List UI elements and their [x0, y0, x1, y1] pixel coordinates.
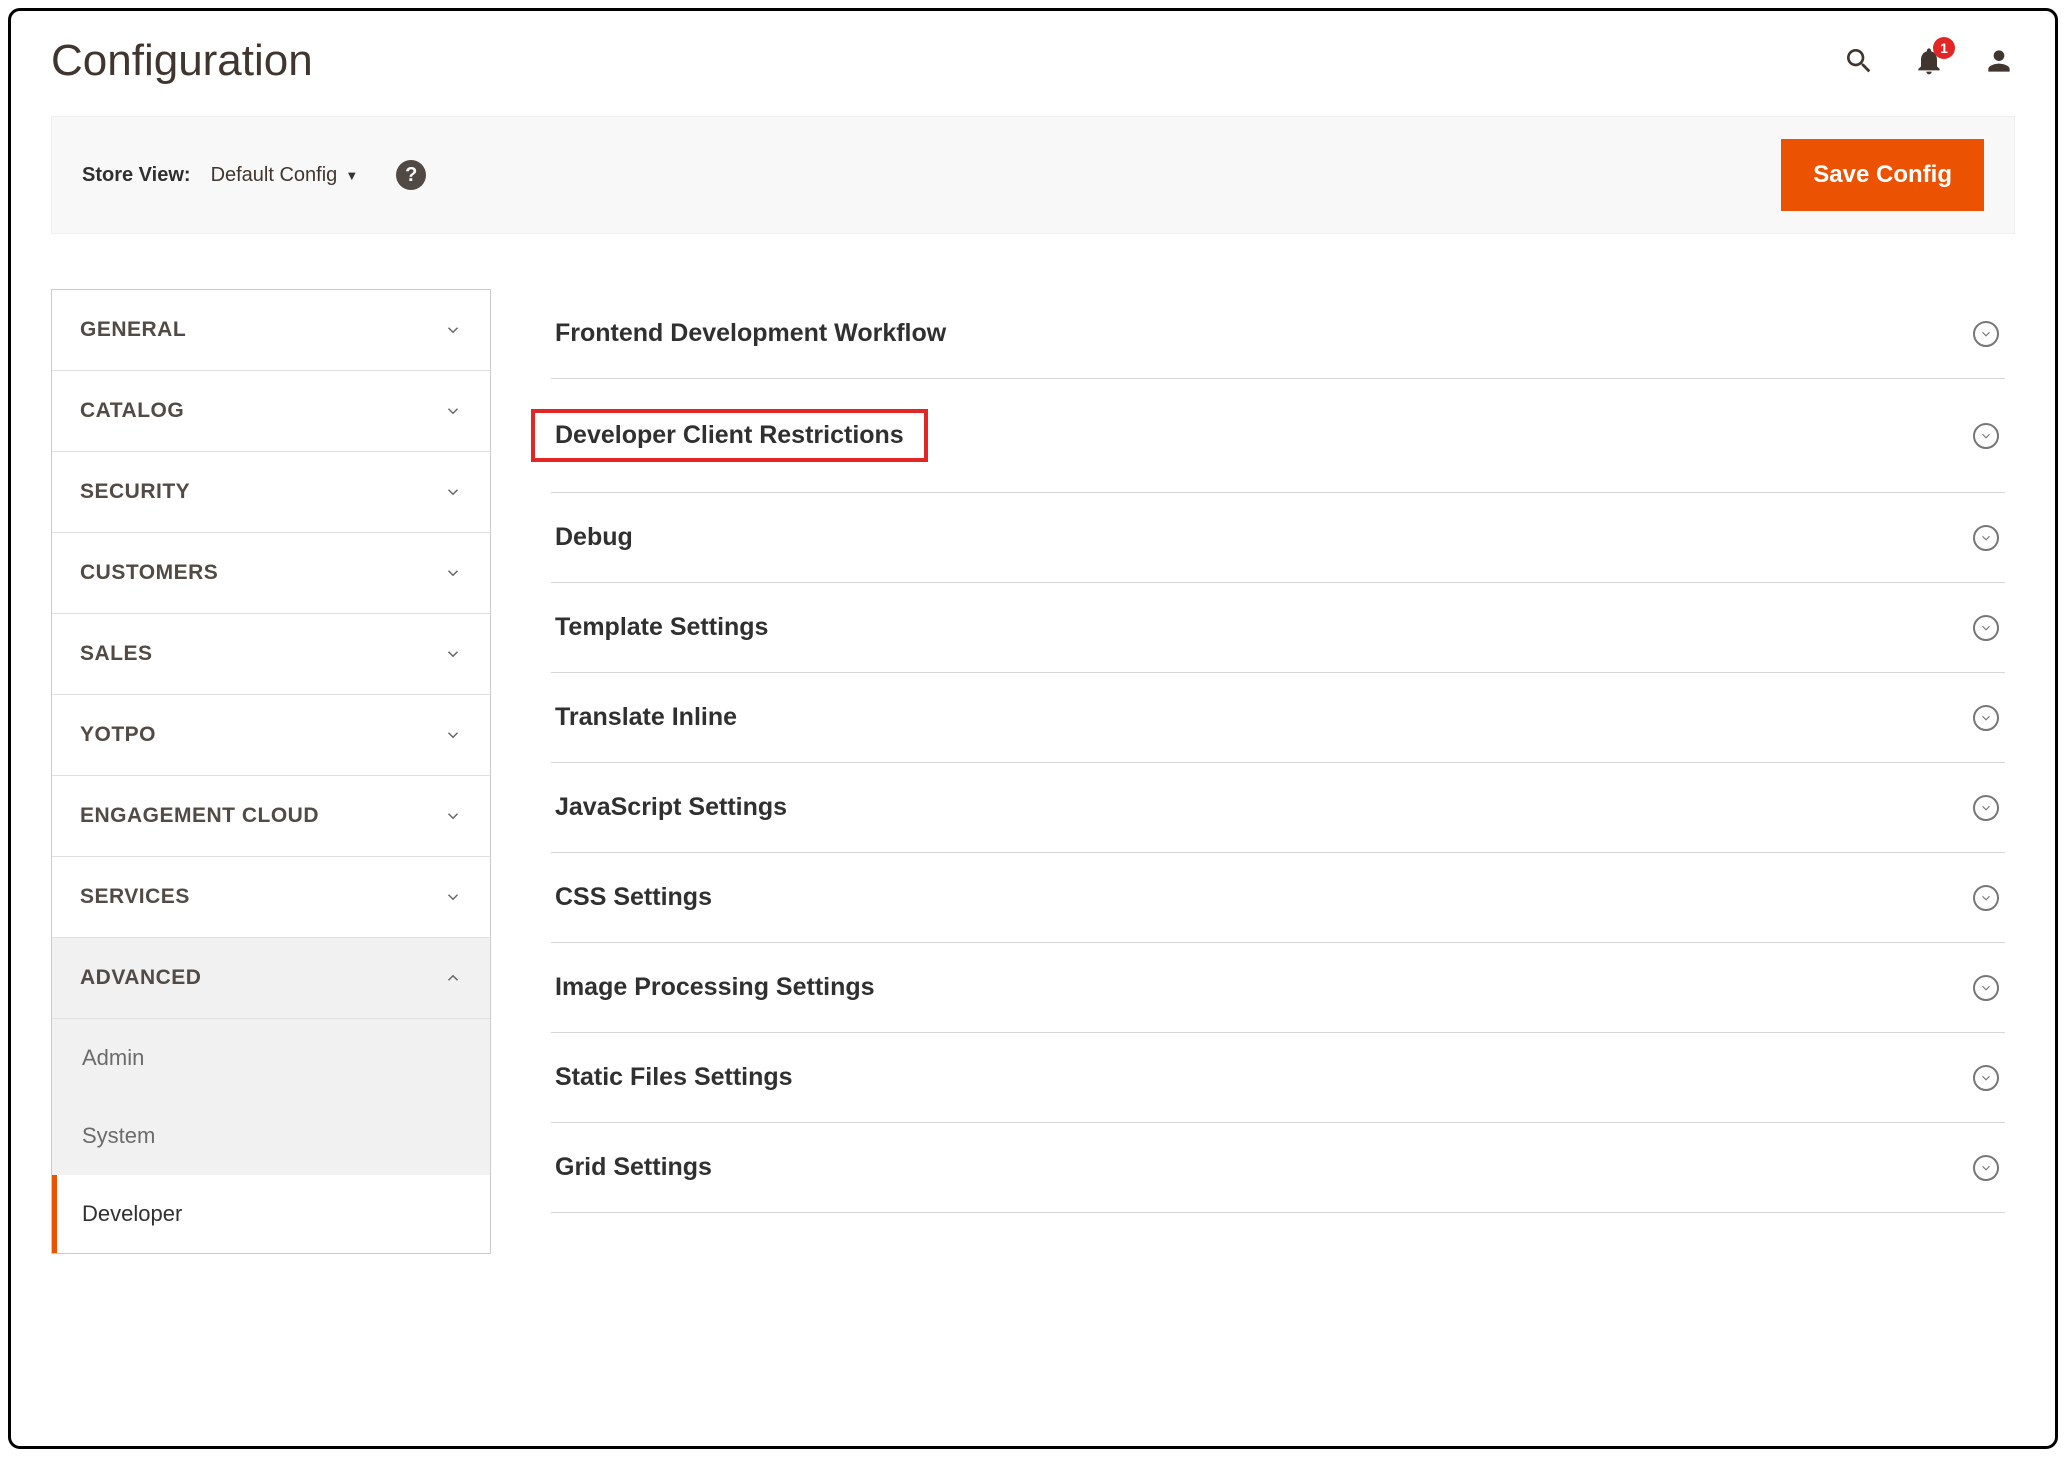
- sidebar-item-system[interactable]: System: [52, 1097, 490, 1175]
- help-icon[interactable]: ?: [396, 160, 426, 190]
- sidebar-item-developer[interactable]: Developer: [52, 1175, 490, 1253]
- sidebar-group-security[interactable]: SECURITY: [52, 452, 490, 533]
- sidebar-group-label: YOTPO: [80, 723, 156, 747]
- notifications-icon[interactable]: 1: [1913, 45, 1945, 77]
- account-icon[interactable]: [1983, 45, 2015, 77]
- sidebar-group-engagement-cloud[interactable]: ENGAGEMENT CLOUD: [52, 776, 490, 857]
- sidebar-group-label: GENERAL: [80, 318, 186, 342]
- expand-down-icon: [1973, 705, 1999, 731]
- section-translate-inline[interactable]: Translate Inline: [551, 673, 2005, 763]
- store-view-select[interactable]: Default Config ▼: [211, 164, 359, 187]
- sidebar-subitems-advanced: Admin System Developer: [52, 1019, 490, 1253]
- section-title: Template Settings: [555, 613, 768, 642]
- section-title: JavaScript Settings: [555, 793, 787, 822]
- save-config-button[interactable]: Save Config: [1781, 139, 1984, 211]
- store-view-label: Store View:: [82, 164, 191, 187]
- section-title: Developer Client Restrictions: [531, 409, 928, 462]
- sidebar-group-label: CUSTOMERS: [80, 561, 218, 585]
- expand-down-icon: [1973, 423, 1999, 449]
- expand-down-icon: [1973, 795, 1999, 821]
- sidebar-item-admin[interactable]: Admin: [52, 1019, 490, 1097]
- sidebar-group-general[interactable]: GENERAL: [52, 290, 490, 371]
- chevron-down-icon: [444, 564, 462, 582]
- section-frontend-development-workflow[interactable]: Frontend Development Workflow: [551, 289, 2005, 379]
- expand-down-icon: [1973, 1155, 1999, 1181]
- section-css-settings[interactable]: CSS Settings: [551, 853, 2005, 943]
- section-static-files-settings[interactable]: Static Files Settings: [551, 1033, 2005, 1123]
- sidebar-group-label: ENGAGEMENT CLOUD: [80, 804, 319, 828]
- section-title: Translate Inline: [555, 703, 737, 732]
- page-header: Configuration 1: [51, 36, 2015, 116]
- section-developer-client-restrictions[interactable]: Developer Client Restrictions: [551, 379, 2005, 493]
- chevron-down-icon: [444, 888, 462, 906]
- section-title: CSS Settings: [555, 883, 712, 912]
- expand-down-icon: [1973, 885, 1999, 911]
- header-actions: 1: [1843, 45, 2015, 77]
- sidebar-group-yotpo[interactable]: YOTPO: [52, 695, 490, 776]
- chevron-down-icon: [444, 321, 462, 339]
- chevron-up-icon: [444, 969, 462, 987]
- chevron-down-icon: [444, 483, 462, 501]
- page-title: Configuration: [51, 36, 313, 86]
- chevron-down-icon: [444, 402, 462, 420]
- section-javascript-settings[interactable]: JavaScript Settings: [551, 763, 2005, 853]
- sidebar-group-sales[interactable]: SALES: [52, 614, 490, 695]
- chevron-down-icon: [444, 807, 462, 825]
- sidebar-group-label: ADVANCED: [80, 966, 201, 990]
- section-title: Frontend Development Workflow: [555, 319, 946, 348]
- chevron-down-icon: [444, 645, 462, 663]
- section-title: Static Files Settings: [555, 1063, 793, 1092]
- search-icon[interactable]: [1843, 45, 1875, 77]
- sidebar-group-label: CATALOG: [80, 399, 184, 423]
- sidebar-group-catalog[interactable]: CATALOG: [52, 371, 490, 452]
- notification-badge: 1: [1933, 37, 1955, 59]
- config-sidebar: GENERAL CATALOG SECURITY CUSTOMERS SALES…: [51, 289, 491, 1254]
- expand-down-icon: [1973, 615, 1999, 641]
- store-view-value: Default Config: [211, 164, 338, 187]
- sidebar-group-customers[interactable]: CUSTOMERS: [52, 533, 490, 614]
- config-sections: Frontend Development Workflow Developer …: [551, 289, 2015, 1254]
- sidebar-group-label: SERVICES: [80, 885, 190, 909]
- section-debug[interactable]: Debug: [551, 493, 2005, 583]
- sidebar-group-services[interactable]: SERVICES: [52, 857, 490, 938]
- section-title: Image Processing Settings: [555, 973, 875, 1002]
- sidebar-group-label: SALES: [80, 642, 153, 666]
- caret-down-icon: ▼: [345, 168, 358, 183]
- sidebar-group-advanced[interactable]: ADVANCED: [52, 938, 490, 1019]
- expand-down-icon: [1973, 1065, 1999, 1091]
- chevron-down-icon: [444, 726, 462, 744]
- config-toolbar: Store View: Default Config ▼ ? Save Conf…: [51, 116, 2015, 234]
- section-grid-settings[interactable]: Grid Settings: [551, 1123, 2005, 1213]
- expand-down-icon: [1973, 321, 1999, 347]
- expand-down-icon: [1973, 975, 1999, 1001]
- section-title: Grid Settings: [555, 1153, 712, 1182]
- section-title: Debug: [555, 523, 633, 552]
- section-template-settings[interactable]: Template Settings: [551, 583, 2005, 673]
- sidebar-group-label: SECURITY: [80, 480, 190, 504]
- expand-down-icon: [1973, 525, 1999, 551]
- section-image-processing-settings[interactable]: Image Processing Settings: [551, 943, 2005, 1033]
